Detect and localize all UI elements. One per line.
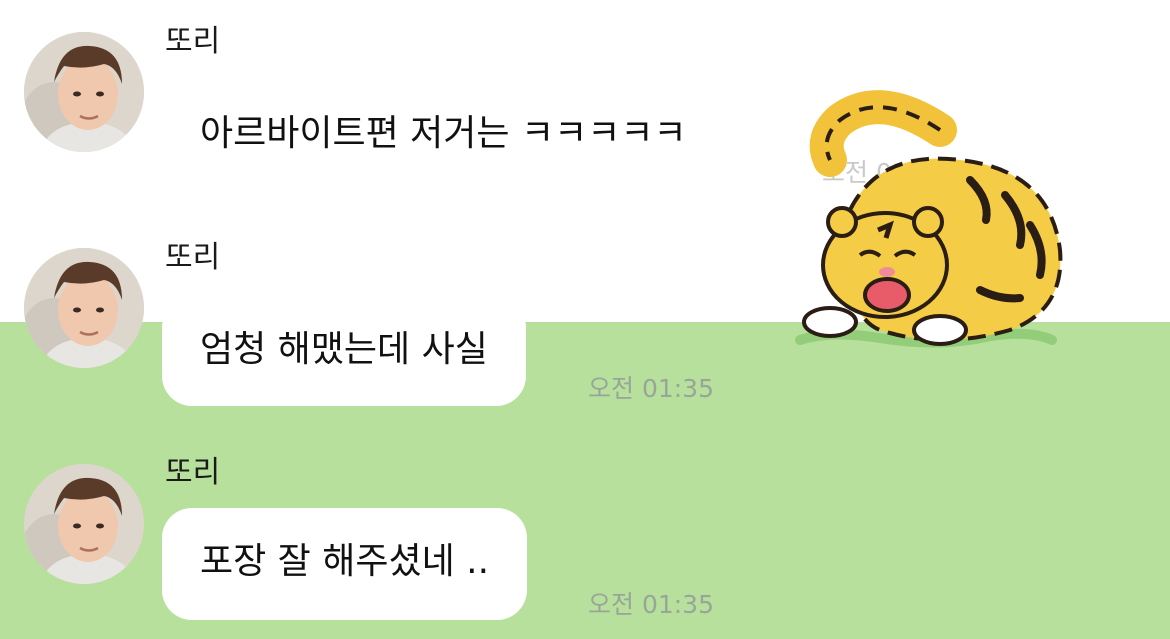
profile-photo-icon [24, 248, 144, 368]
message-bubble[interactable]: 포장 잘 해주셨네 .. [162, 508, 528, 620]
sender-name: 또리 [165, 240, 221, 275]
sender-name: 또리 [165, 455, 221, 490]
avatar[interactable] [24, 32, 144, 152]
profile-photo-icon [24, 32, 144, 152]
message-timestamp: 오전 01:35 [588, 590, 714, 619]
sender-name: 또리 [165, 24, 221, 59]
tiger-sticker[interactable] [659, 60, 1090, 370]
tiger-sticker-icon [659, 90, 1063, 348]
avatar[interactable] [24, 248, 144, 368]
message-bubble[interactable]: 엄청 해맸는데 사실 [162, 298, 526, 406]
message-bubble[interactable]: 아르바이트편 저거는 ㅋㅋㅋㅋㅋ [162, 106, 725, 162]
message-timestamp: 오전 01:35 [588, 374, 714, 403]
avatar[interactable] [24, 464, 144, 584]
profile-photo-icon [24, 464, 144, 584]
